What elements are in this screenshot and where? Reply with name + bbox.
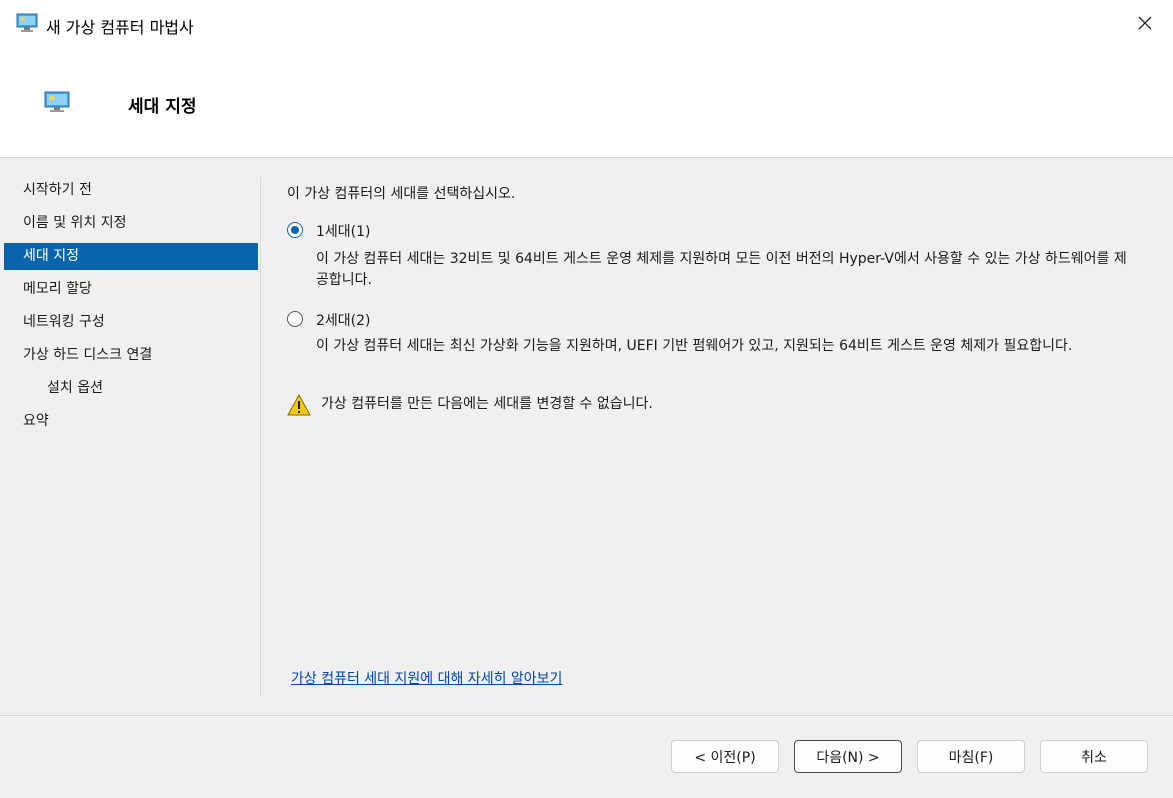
nav-item-name-location[interactable]: 이름 및 위치 지정 [4, 210, 258, 237]
learn-more-link[interactable]: 가상 컴퓨터 세대 지원에 대해 자세히 알아보기 [291, 668, 562, 688]
wizard-steps-nav: 시작하기 전 이름 및 위치 지정 세대 지정 메모리 할당 네트워킹 구성 가… [0, 158, 262, 698]
instruction-text: 이 가상 컴퓨터의 세대를 선택하십시오. [287, 186, 516, 202]
next-button[interactable]: 다음(N) > [794, 740, 902, 773]
nav-item-virtual-hard-disk[interactable]: 가상 하드 디스크 연결 [4, 342, 258, 369]
previous-button[interactable]: < 이전(P) [671, 740, 779, 773]
warning-icon [287, 393, 311, 416]
nav-item-before-you-begin[interactable]: 시작하기 전 [4, 177, 258, 204]
divider [260, 177, 261, 696]
virtual-machine-icon [44, 91, 70, 113]
close-button[interactable] [1117, 0, 1173, 50]
nav-item-summary[interactable]: 요약 [4, 408, 258, 435]
nav-item-installation-options[interactable]: 설치 옵션 [4, 375, 258, 402]
footer-divider [0, 715, 1173, 716]
close-icon [1137, 15, 1153, 35]
generation-content: 이 가상 컴퓨터의 세대를 선택하십시오. 1세대(1) 이 가상 컴퓨터 세대… [287, 158, 1147, 698]
wizard-header: 세대 지정 [0, 50, 1173, 158]
warning-text: 가상 컴퓨터를 만든 다음에는 세대를 변경할 수 없습니다. [321, 396, 653, 412]
cancel-button[interactable]: 취소 [1040, 740, 1148, 773]
gen2-description: 이 가상 컴퓨터 세대는 최신 가상화 기능을 지원하며, UEFI 기반 펌웨… [316, 338, 1073, 354]
nav-item-generation[interactable]: 세대 지정 [4, 243, 258, 270]
nav-item-memory[interactable]: 메모리 할당 [4, 276, 258, 303]
title-bar: 새 가상 컴퓨터 마법사 [0, 0, 1173, 50]
gen1-radio[interactable] [287, 222, 303, 238]
finish-button[interactable]: 마침(F) [917, 740, 1025, 773]
gen2-label[interactable]: 2세대(2) [316, 310, 371, 330]
gen1-description: 이 가상 컴퓨터 세대는 32비트 및 64비트 게스트 운영 체제를 지원하며… [316, 251, 1127, 288]
page-title: 세대 지정 [128, 97, 197, 117]
wizard-window: 새 가상 컴퓨터 마법사 세대 지정 시작하기 전 이름 및 위치 지정 세대 … [0, 0, 1173, 798]
virtual-machine-icon [16, 13, 38, 33]
gen2-radio[interactable] [287, 311, 303, 327]
window-title: 새 가상 컴퓨터 마법사 [46, 18, 194, 37]
nav-item-networking[interactable]: 네트워킹 구성 [4, 309, 258, 336]
gen1-label[interactable]: 1세대(1) [316, 221, 371, 241]
